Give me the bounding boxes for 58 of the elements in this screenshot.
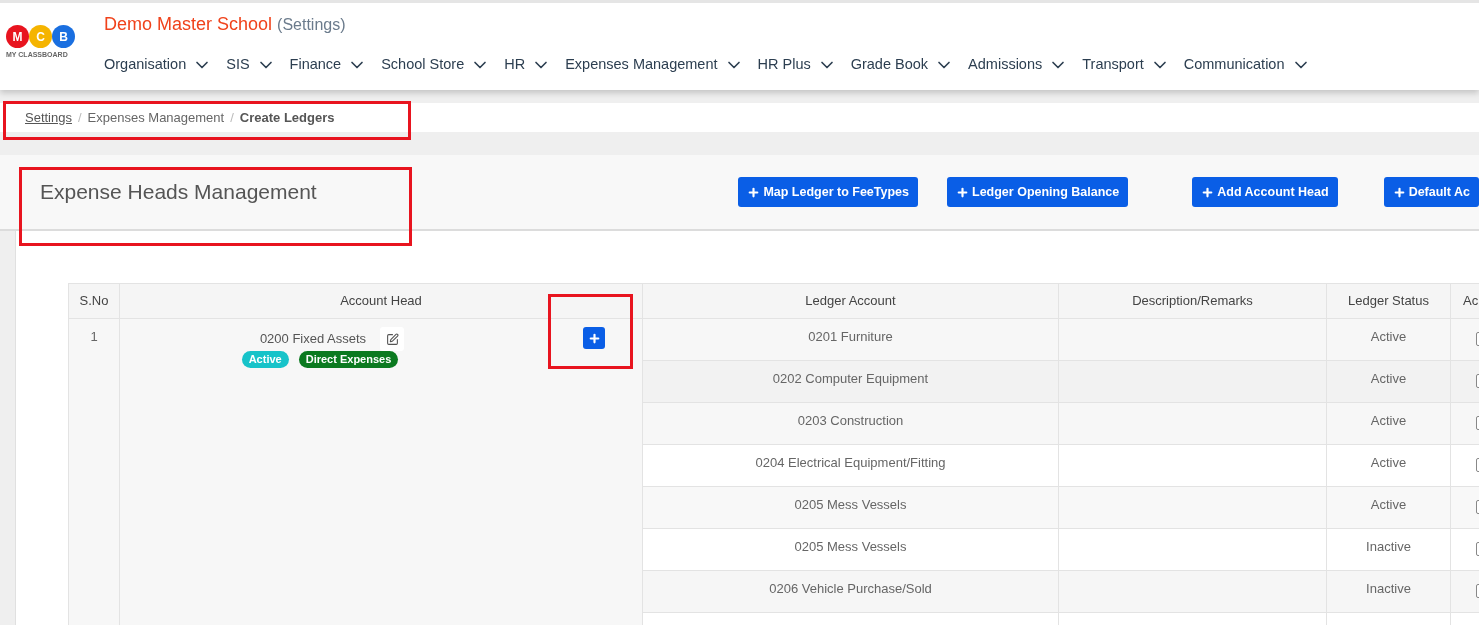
breadcrumb-link[interactable]: Expenses Management — [87, 107, 225, 128]
logo-letter: B — [52, 25, 75, 48]
account-head-name: 0200 Fixed Assets — [259, 330, 367, 349]
table-cell: Active — [1326, 402, 1451, 445]
table-cell: Inactive — [1326, 570, 1451, 613]
table-cell: Active — [1326, 486, 1451, 529]
column-header: Description/Remarks — [1058, 283, 1327, 319]
nav-menu[interactable]: HR Plus — [757, 54, 837, 76]
table-cell: 0205 Mess Vessels — [642, 528, 1059, 571]
edit-button[interactable] — [380, 327, 405, 351]
nav-menu[interactable]: Admissions — [968, 54, 1069, 76]
breadcrumb-current: Create Ledgers — [239, 108, 335, 127]
plus-icon — [1392, 185, 1406, 199]
action-button[interactable]: Map Ledger to FeeTypes — [738, 177, 918, 207]
nav-menu[interactable]: School Store — [381, 54, 491, 76]
plus-icon — [1201, 185, 1215, 199]
plus-icon — [747, 185, 761, 199]
page-title: Expense Heads Management — [39, 179, 318, 206]
nav-menu[interactable]: Expenses Management — [565, 54, 744, 76]
page-context: (Settings) — [277, 15, 346, 35]
table-cell: 0203 Construction — [642, 402, 1059, 445]
column-header: Ledger Status — [1326, 283, 1451, 319]
action-button[interactable]: Add Account Head — [1192, 177, 1338, 207]
breadcrumb-separator: / — [78, 108, 82, 127]
table-cell: Active — [1326, 318, 1451, 361]
nav-menu[interactable]: HR — [504, 54, 552, 76]
status-tag: Direct Expenses — [298, 351, 399, 368]
nav-menu[interactable]: Grade Book — [850, 54, 955, 76]
plus-icon — [587, 331, 601, 345]
logo-letter: C — [29, 25, 52, 48]
action-button[interactable]: Default Ac — [1383, 177, 1479, 207]
plus-icon — [956, 185, 969, 199]
table-cell: 0204 Electrical Equipment/Fitting — [642, 444, 1059, 487]
column-header: S.No — [68, 283, 120, 319]
table-cell: Inactive — [1326, 528, 1451, 571]
breadcrumb-separator: / — [230, 108, 234, 127]
nav-menu[interactable]: SIS — [226, 54, 276, 76]
table-cell: 1 — [68, 318, 120, 625]
nav-menu[interactable]: Finance — [289, 54, 368, 76]
nav-menu[interactable]: Transport — [1082, 54, 1170, 76]
table-cell: 0205 Mess Vessels — [642, 486, 1059, 529]
column-header: Ledger Account — [642, 283, 1059, 319]
table-cell: 0206 Vehicle Purchase/Sold — [642, 570, 1059, 613]
nav-menu[interactable]: Communication — [1183, 54, 1311, 76]
table-cell: 0201 Furniture — [642, 318, 1059, 361]
logo-letter: M — [6, 25, 29, 48]
status-tag: Active — [241, 351, 289, 368]
nav-menu[interactable]: Organisation — [104, 54, 213, 76]
school-name: Demo Master School — [104, 13, 273, 36]
table-cell: Active — [1326, 444, 1451, 487]
column-header: Account Head — [119, 283, 643, 319]
table-cell: 0202 Computer Equipment — [642, 360, 1059, 403]
edit-icon — [385, 332, 399, 346]
column-header: Ac — [1450, 283, 1479, 319]
action-button[interactable]: Ledger Opening Balance — [947, 177, 1129, 207]
table-cell: Active — [1326, 360, 1451, 403]
add-ledger-button[interactable] — [583, 327, 605, 349]
breadcrumb-link[interactable]: Settings — [25, 107, 72, 128]
